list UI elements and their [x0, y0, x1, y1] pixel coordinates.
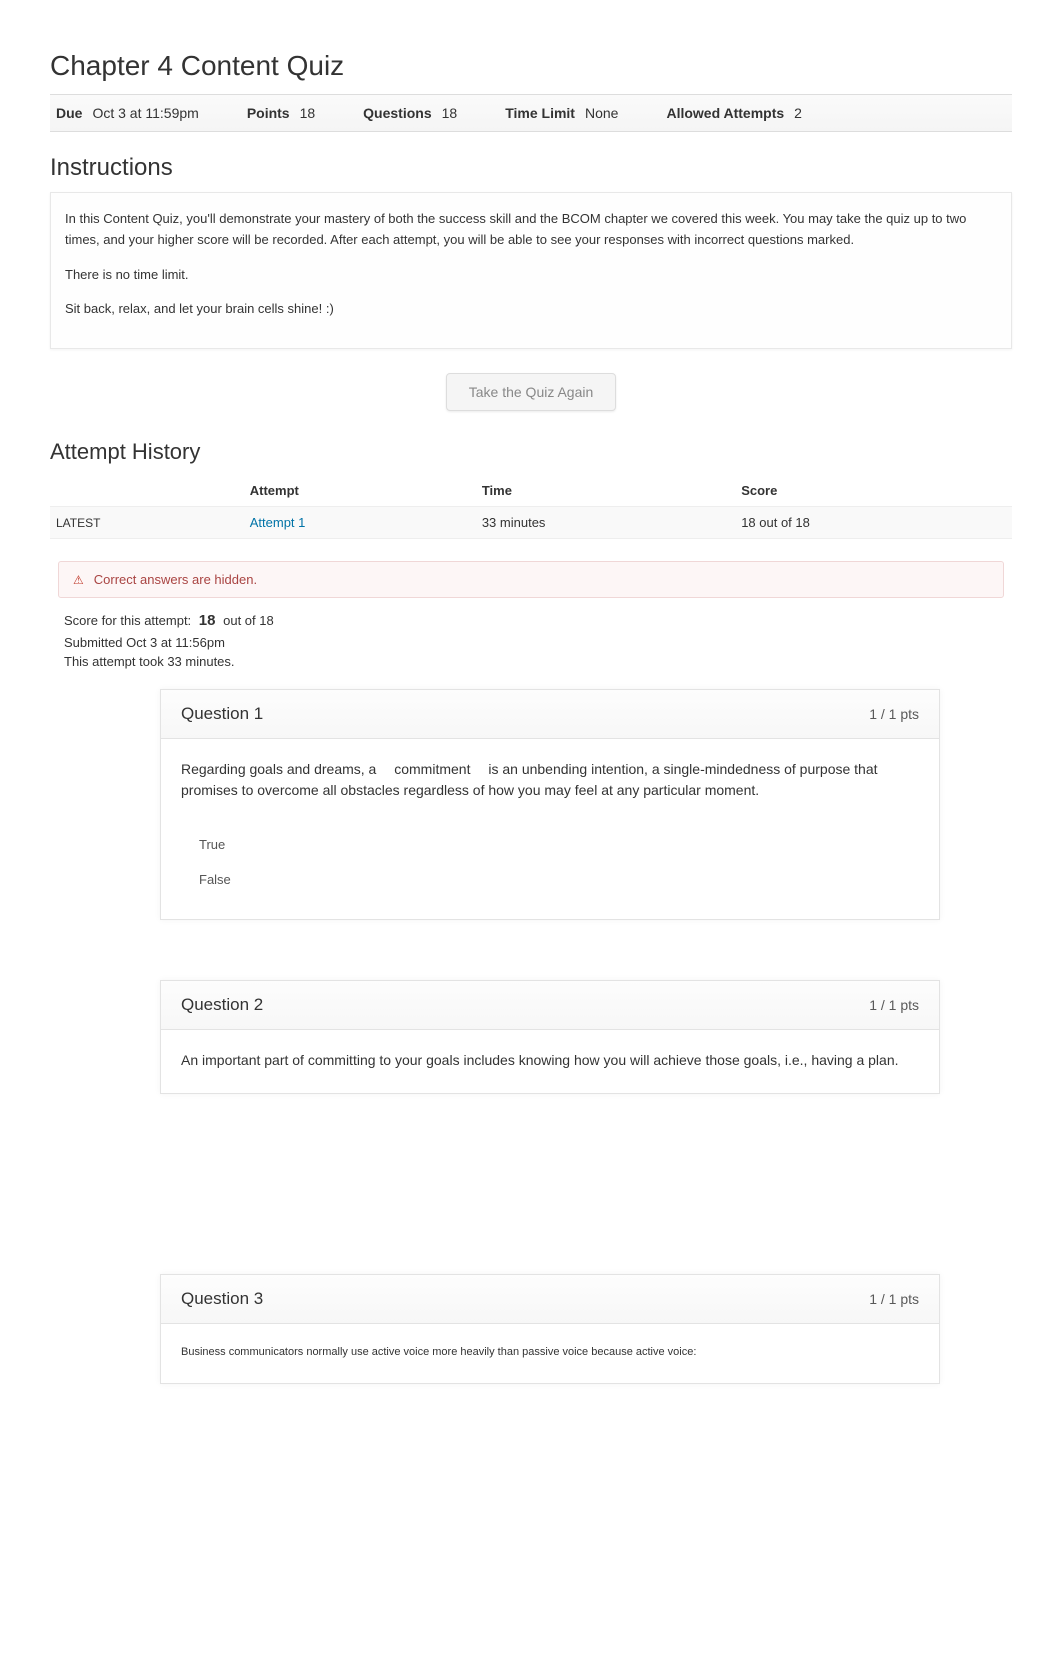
table-row: LATEST Attempt 1 33 minutes 18 out of 18 [50, 507, 1012, 539]
quiz-meta-bar: Due Oct 3 at 11:59pm Points 18 Questions… [50, 94, 1012, 132]
instructions-p3: Sit back, relax, and let your brain cell… [65, 299, 997, 320]
meta-allowed-attempts-value: 2 [794, 105, 802, 121]
attempt-cell: Attempt 1 [244, 507, 476, 539]
question-header: Question 1 1 / 1 pts [161, 690, 939, 739]
question-block: Question 1 1 / 1 pts Regarding goals and… [160, 689, 940, 920]
quiz-title: Chapter 4 Content Quiz [50, 50, 1012, 82]
table-header-row: Attempt Time Score [50, 475, 1012, 507]
attempt-history-table: Attempt Time Score LATEST Attempt 1 33 m… [50, 475, 1012, 539]
question-points: 1 / 1 pts [869, 706, 919, 722]
score-value: 18 [199, 612, 216, 629]
meta-time-limit-label: Time Limit [505, 105, 575, 121]
meta-questions-label: Questions [363, 105, 431, 121]
score-cell: 18 out of 18 [735, 507, 1012, 539]
question-points: 1 / 1 pts [869, 997, 919, 1013]
instructions-p1: In this Content Quiz, you'll demonstrate… [65, 209, 997, 251]
question-text: An important part of committing to your … [181, 1050, 919, 1071]
meta-due-value: Oct 3 at 11:59pm [92, 105, 198, 121]
score-suffix: out of 18 [223, 613, 274, 628]
col-blank [50, 475, 244, 507]
warning-icon: ⚠ [73, 573, 84, 587]
meta-time-limit-value: None [585, 105, 618, 121]
meta-points-value: 18 [300, 105, 316, 121]
question-points: 1 / 1 pts [869, 1291, 919, 1307]
question-header: Question 2 1 / 1 pts [161, 981, 939, 1030]
question-title: Question 1 [181, 704, 263, 724]
meta-due-label: Due [56, 105, 82, 121]
take-quiz-again-button[interactable]: Take the Quiz Again [446, 373, 617, 411]
meta-questions-value: 18 [442, 105, 458, 121]
meta-questions: Questions 18 [363, 105, 457, 121]
instructions-p2: There is no time limit. [65, 265, 997, 286]
question-block: Question 3 1 / 1 pts Business communicat… [160, 1274, 940, 1384]
question-body: An important part of committing to your … [161, 1030, 939, 1093]
meta-allowed-attempts: Allowed Attempts 2 [666, 105, 802, 121]
latest-cell: LATEST [50, 507, 244, 539]
hidden-answers-banner: ⚠ Correct answers are hidden. [58, 561, 1004, 598]
col-attempt: Attempt [244, 475, 476, 507]
meta-due: Due Oct 3 at 11:59pm [56, 105, 199, 121]
banner-text: Correct answers are hidden. [94, 572, 257, 587]
score-label: Score for this attempt: [64, 613, 191, 628]
question-text: Business communicators normally use acti… [181, 1344, 919, 1361]
meta-points: Points 18 [247, 105, 315, 121]
answer-option: False [199, 862, 919, 897]
question-text: Regarding goals and dreams, a commitment… [181, 759, 919, 801]
score-summary: Score for this attempt: 18 out of 18 [64, 612, 1012, 629]
col-time: Time [476, 475, 735, 507]
duration-line: This attempt took 33 minutes. [64, 654, 1012, 669]
meta-points-label: Points [247, 105, 290, 121]
instructions-box: In this Content Quiz, you'll demonstrate… [50, 192, 1012, 349]
meta-allowed-attempts-label: Allowed Attempts [666, 105, 784, 121]
answer-option: True [199, 827, 919, 862]
instructions-heading: Instructions [50, 154, 1012, 182]
question-block: Question 2 1 / 1 pts An important part o… [160, 980, 940, 1094]
question-body: Regarding goals and dreams, a commitment… [161, 739, 939, 823]
answer-list: True False [161, 823, 939, 919]
time-cell: 33 minutes [476, 507, 735, 539]
question-title: Question 2 [181, 995, 263, 1015]
submitted-line: Submitted Oct 3 at 11:56pm [64, 635, 1012, 650]
question-body: Business communicators normally use acti… [161, 1324, 939, 1383]
meta-time-limit: Time Limit None [505, 105, 618, 121]
attempt-history-heading: Attempt History [50, 439, 1012, 465]
question-title: Question 3 [181, 1289, 263, 1309]
question-header: Question 3 1 / 1 pts [161, 1275, 939, 1324]
attempt-link[interactable]: Attempt 1 [250, 515, 306, 530]
col-score: Score [735, 475, 1012, 507]
